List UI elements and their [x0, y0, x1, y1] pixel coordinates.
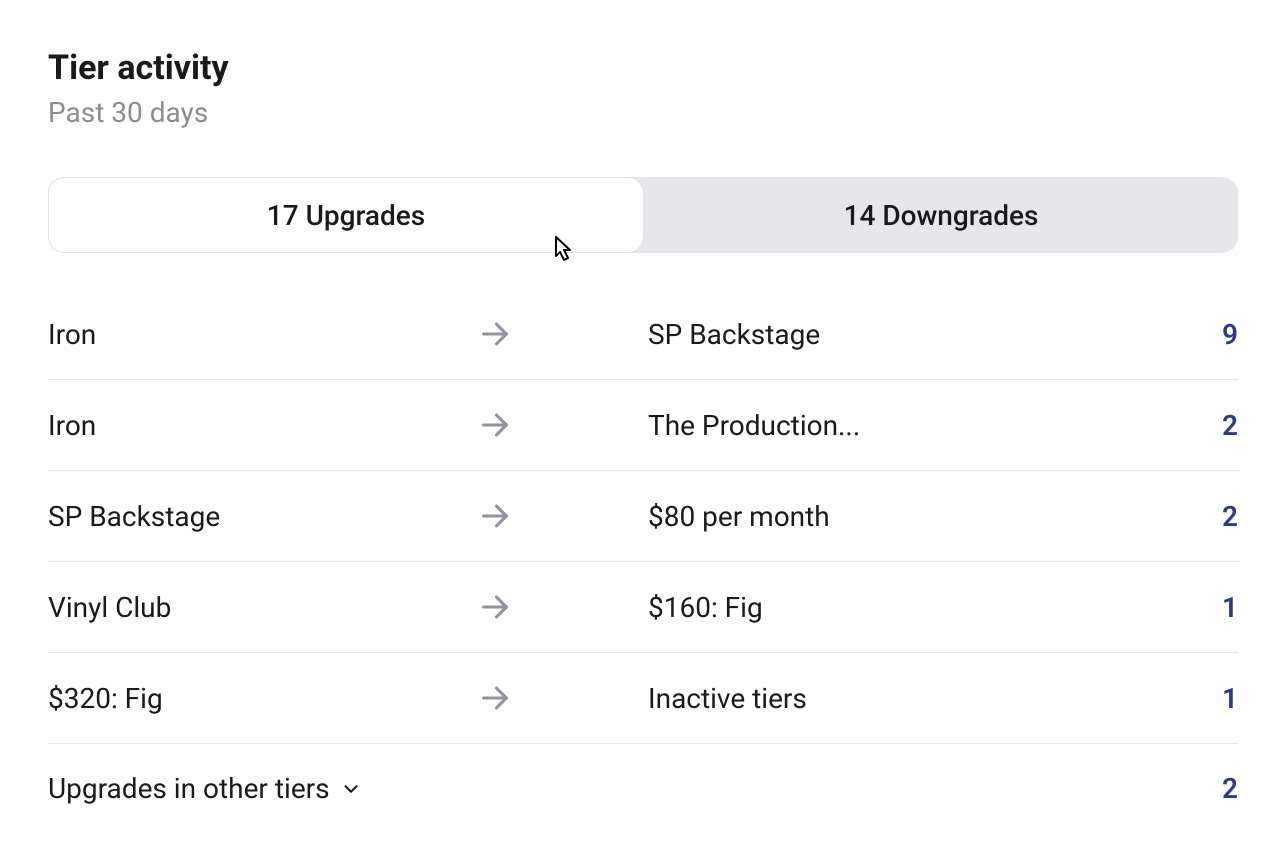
- tier-count: 1: [1178, 682, 1238, 715]
- tab-upgrades-label: 17 Upgrades: [267, 199, 425, 232]
- other-tiers-label: Upgrades in other tiers: [48, 772, 330, 805]
- list-item[interactable]: Iron The Production... 2: [48, 380, 1238, 471]
- arrow-right-icon: [478, 499, 648, 533]
- to-tier: $80 per month: [648, 500, 1178, 533]
- to-tier: SP Backstage: [648, 318, 1178, 351]
- list-item[interactable]: SP Backstage $80 per month 2: [48, 471, 1238, 562]
- to-tier: The Production...: [648, 409, 1178, 442]
- from-tier: Iron: [48, 318, 478, 351]
- to-tier: Inactive tiers: [648, 682, 1178, 715]
- arrow-right-icon: [478, 408, 648, 442]
- arrow-right-icon: [478, 317, 648, 351]
- page-subtitle: Past 30 days: [48, 96, 1238, 129]
- tier-count: 9: [1178, 318, 1238, 351]
- arrow-right-icon: [478, 590, 648, 624]
- list-item[interactable]: Iron SP Backstage 9: [48, 289, 1238, 380]
- tier-count: 1: [1178, 591, 1238, 624]
- other-tiers-count: 2: [1178, 772, 1238, 805]
- from-tier: Vinyl Club: [48, 591, 478, 624]
- other-tiers-row: Upgrades in other tiers 2: [48, 744, 1238, 805]
- page-title: Tier activity: [48, 48, 1238, 88]
- tab-downgrades-label: 14 Downgrades: [844, 199, 1039, 232]
- from-tier: $320: Fig: [48, 682, 478, 715]
- from-tier: Iron: [48, 409, 478, 442]
- arrow-right-icon: [478, 681, 648, 715]
- list-item[interactable]: Vinyl Club $160: Fig 1: [48, 562, 1238, 653]
- list-item[interactable]: $320: Fig Inactive tiers 1: [48, 653, 1238, 744]
- tab-downgrades[interactable]: 14 Downgrades: [644, 177, 1238, 253]
- to-tier: $160: Fig: [648, 591, 1178, 624]
- from-tier: SP Backstage: [48, 500, 478, 533]
- header: Tier activity Past 30 days: [48, 48, 1238, 129]
- tab-bar: 17 Upgrades 14 Downgrades: [48, 177, 1238, 253]
- other-tiers-toggle[interactable]: Upgrades in other tiers: [48, 772, 1178, 805]
- tab-upgrades[interactable]: 17 Upgrades: [48, 177, 644, 253]
- tier-count: 2: [1178, 500, 1238, 533]
- tier-count: 2: [1178, 409, 1238, 442]
- chevron-down-icon: [340, 778, 362, 800]
- tier-activity-list: Iron SP Backstage 9 Iron The Production.…: [48, 289, 1238, 805]
